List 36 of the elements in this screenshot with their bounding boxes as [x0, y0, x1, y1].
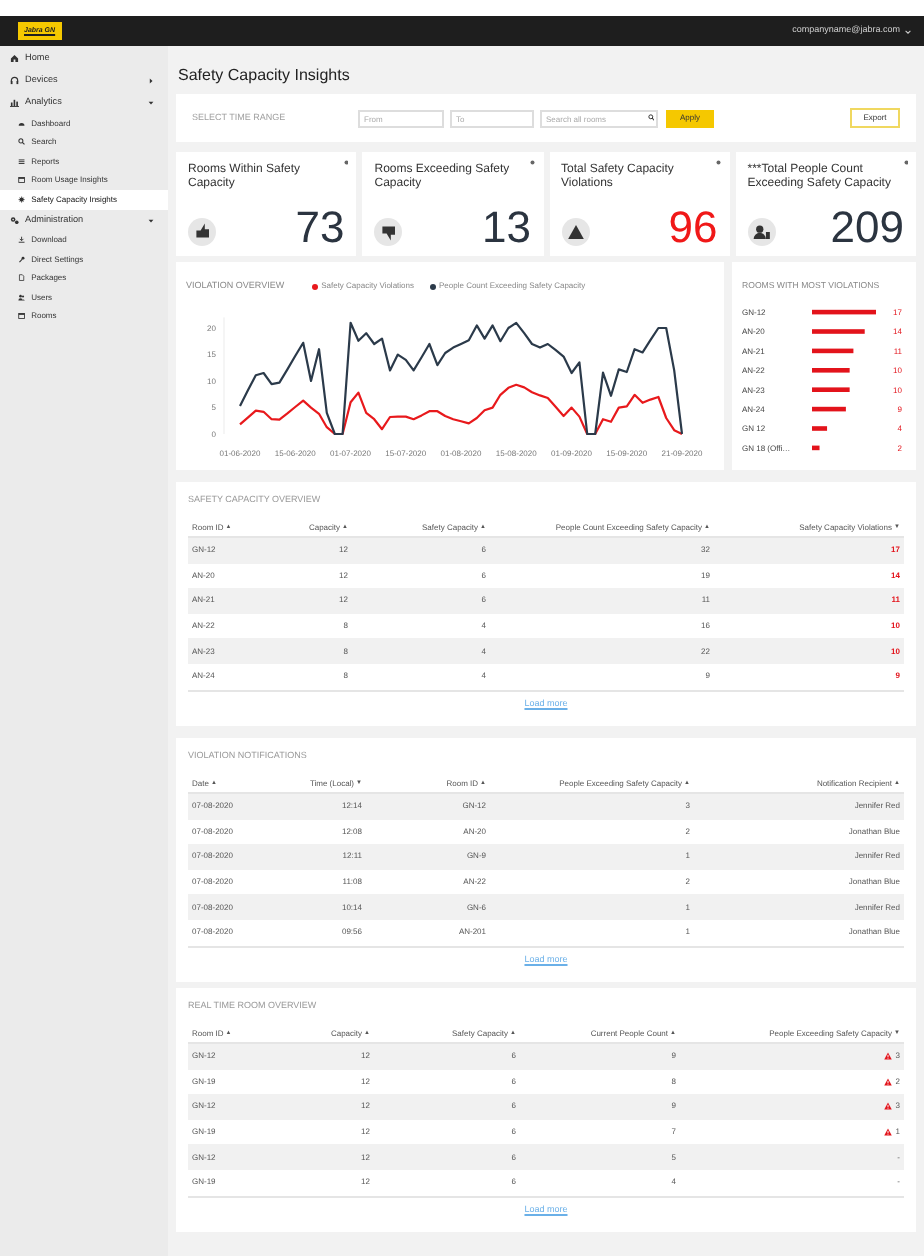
caret-icon	[904, 27, 912, 35]
info-dot-icon	[716, 160, 722, 165]
bar	[812, 348, 854, 354]
search-icon	[647, 114, 654, 122]
thumbs-down-icon	[374, 218, 403, 246]
calendar-icon	[18, 176, 26, 185]
search-icon	[18, 138, 26, 147]
info-dot-icon	[343, 160, 349, 165]
bar	[812, 387, 850, 392]
wrench-icon	[18, 255, 26, 264]
info-dot-icon	[903, 160, 908, 165]
bar	[812, 368, 850, 373]
page-title: Safety Capacity Insights	[176, 64, 352, 88]
list-icon	[18, 157, 26, 166]
person-icon	[747, 218, 776, 246]
bar-chart-icon	[10, 98, 19, 108]
headset-icon	[10, 76, 19, 86]
kpi-value: 13	[482, 206, 531, 250]
kpi-value: 73	[295, 206, 345, 250]
home-icon	[10, 54, 19, 64]
warning-icon	[561, 218, 589, 246]
bar	[812, 309, 876, 315]
bar	[812, 426, 828, 431]
download-icon	[18, 236, 26, 245]
kpi-value: 96	[668, 206, 718, 250]
bar	[812, 329, 865, 334]
calendar-icon	[18, 312, 26, 321]
burst-icon	[18, 195, 26, 204]
info-dot-icon	[530, 160, 535, 165]
bar	[812, 406, 846, 412]
kpi-value: 209	[830, 206, 904, 250]
document-icon	[18, 274, 26, 283]
bar	[812, 445, 820, 451]
thumbs-up-icon	[188, 218, 216, 246]
gears-icon	[10, 215, 19, 225]
users-icon	[18, 293, 26, 302]
